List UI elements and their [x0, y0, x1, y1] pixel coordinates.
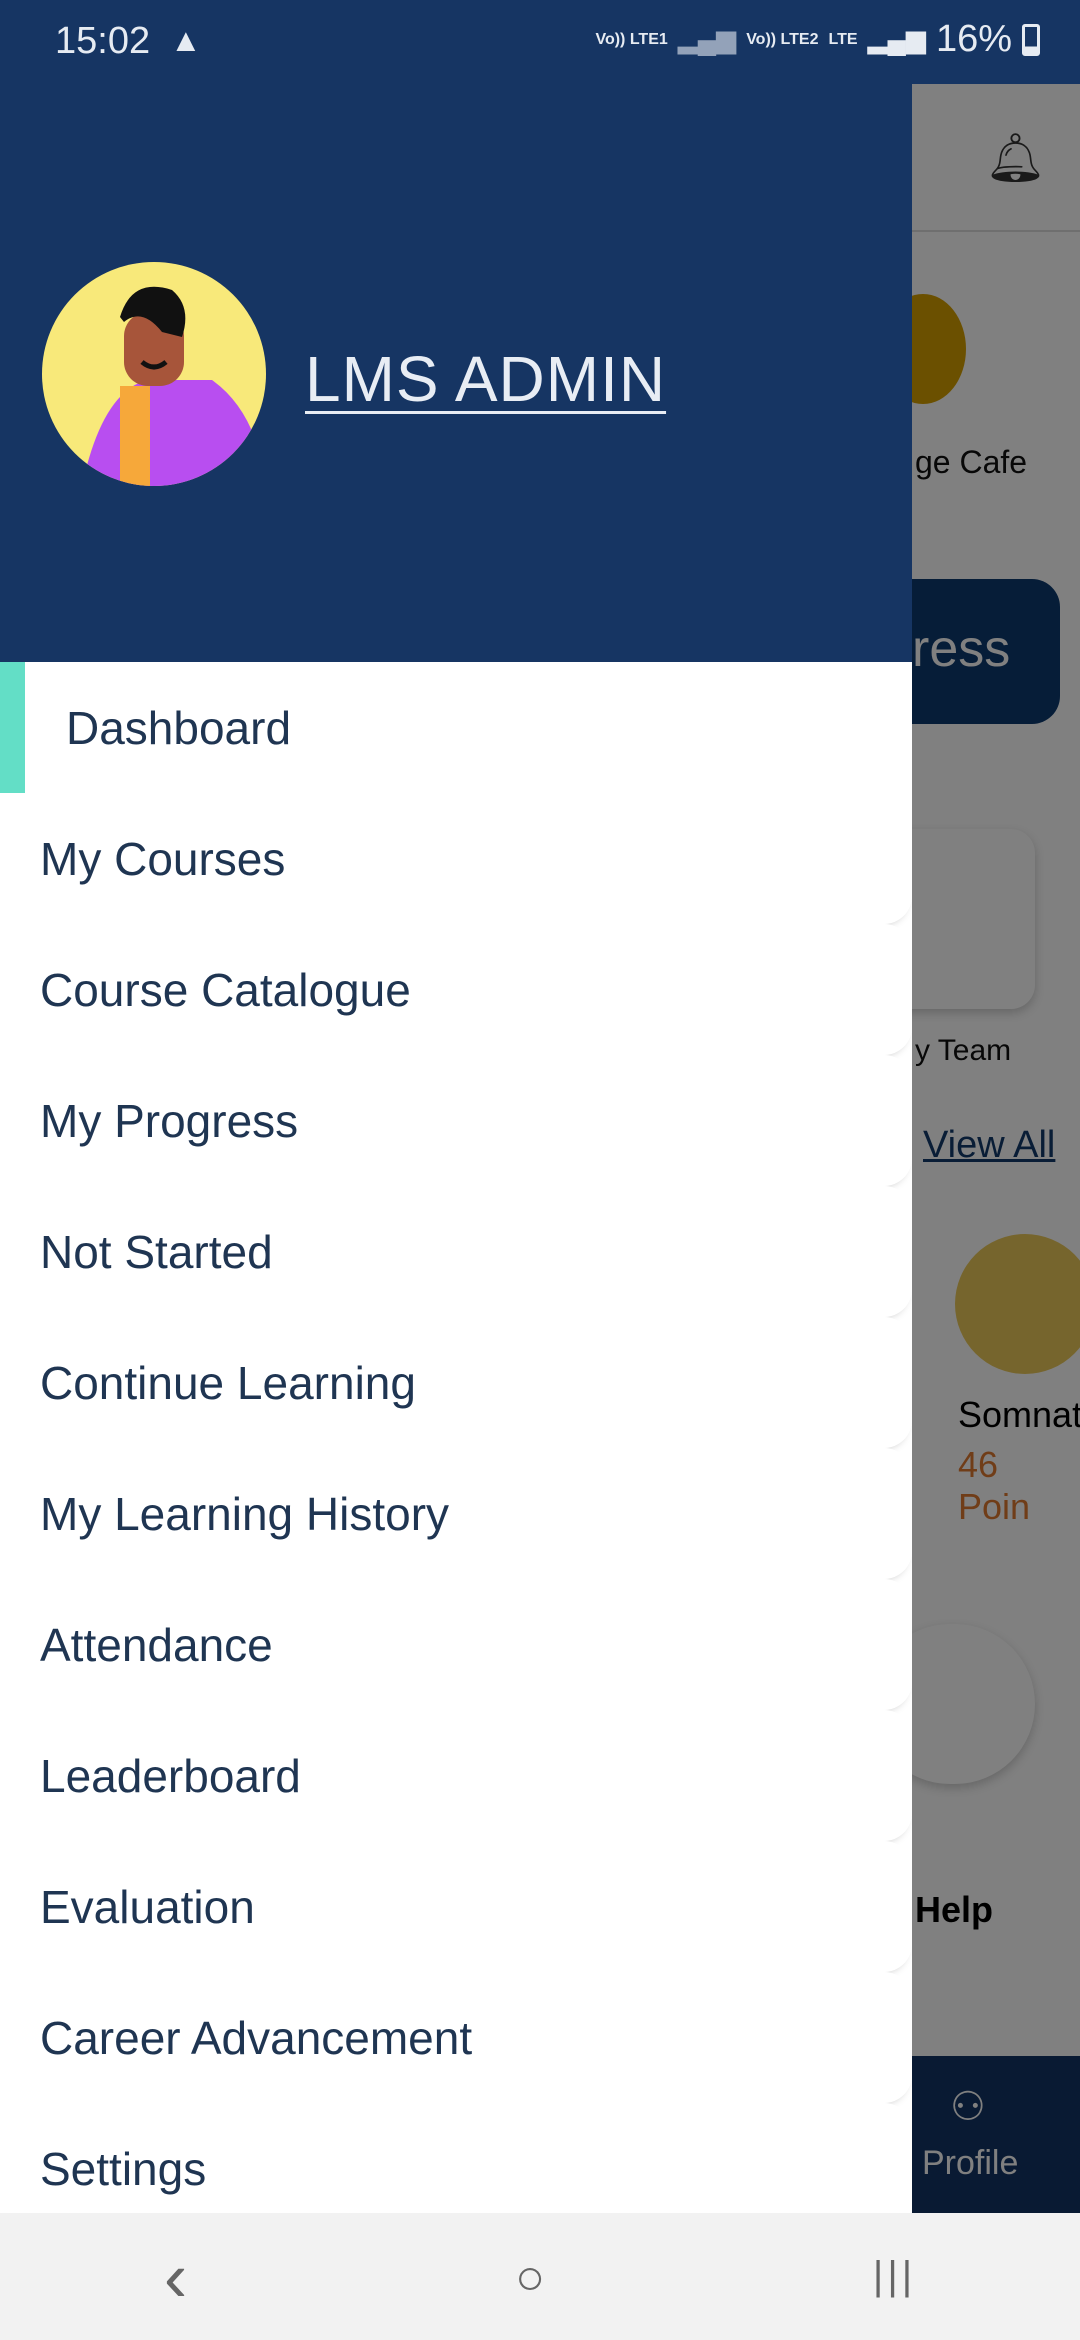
- menu-item-my-learning-history[interactable]: My Learning History: [0, 1448, 912, 1579]
- menu-item-continue-learning[interactable]: Continue Learning: [0, 1317, 912, 1448]
- signal-icon: ▂▄▆: [677, 24, 737, 54]
- status-bar: 15:02 ▲ Vo)) LTE1 ▂▄▆ Vo)) LTE2 LTE ▂▄▆ …: [0, 0, 1080, 84]
- system-nav-bar: ‹ ○ |||: [0, 2213, 1080, 2340]
- leader-avatar: [955, 1234, 1080, 1374]
- menu-item-my-courses[interactable]: My Courses: [0, 793, 912, 924]
- warning-triangle-icon: ▲: [170, 22, 202, 58]
- help-label: Help: [915, 1889, 994, 1930]
- menu-item-evaluation[interactable]: Evaluation: [0, 1841, 912, 1972]
- menu-item-leaderboard[interactable]: Leaderboard: [0, 1710, 912, 1841]
- bell-icon[interactable]: 🔔︎: [985, 129, 1046, 186]
- battery-icon: [1022, 23, 1040, 56]
- sim2-label: Vo)) LTE2: [746, 31, 819, 48]
- navigation-drawer: LMS ADMIN Dashboard My Courses Course Ca…: [0, 84, 912, 2213]
- cafe-label: ge Cafe: [915, 444, 1028, 480]
- sim1-label: Vo)) LTE1: [595, 31, 668, 48]
- view-all-link[interactable]: View All: [923, 1124, 1055, 1167]
- home-icon[interactable]: ○: [515, 2248, 545, 2306]
- drawer-menu: Dashboard My Courses Course Catalogue My…: [0, 662, 912, 2213]
- leader-points: 46 Poin: [958, 1444, 1031, 1527]
- menu-item-my-progress[interactable]: My Progress: [0, 1055, 912, 1186]
- clock: 15:02: [55, 20, 151, 62]
- menu-item-settings[interactable]: Settings: [0, 2103, 912, 2213]
- user-name-link[interactable]: LMS ADMIN: [305, 342, 666, 416]
- network-type: LTE: [828, 31, 858, 48]
- back-icon[interactable]: ‹: [164, 2237, 187, 2317]
- profile-icon[interactable]: ⚇: [950, 2084, 986, 2130]
- menu-item-career-advancement[interactable]: Career Advancement: [0, 1972, 912, 2103]
- signal-icon: ▂▄▆: [867, 24, 926, 54]
- leader-name: Somnat: [958, 1394, 1080, 1435]
- recents-icon[interactable]: |||: [873, 2254, 916, 2299]
- user-avatar[interactable]: [42, 262, 266, 486]
- menu-item-course-catalogue[interactable]: Course Catalogue: [0, 924, 912, 1055]
- battery-percent: 16%: [935, 18, 1012, 60]
- profile-tab[interactable]: Profile: [922, 2144, 1018, 2183]
- menu-item-attendance[interactable]: Attendance: [0, 1579, 912, 1710]
- team-label: y Team: [915, 1034, 1012, 1067]
- menu-item-not-started[interactable]: Not Started: [0, 1186, 912, 1317]
- drawer-header: LMS ADMIN: [0, 84, 912, 662]
- menu-item-dashboard[interactable]: Dashboard: [0, 662, 912, 802]
